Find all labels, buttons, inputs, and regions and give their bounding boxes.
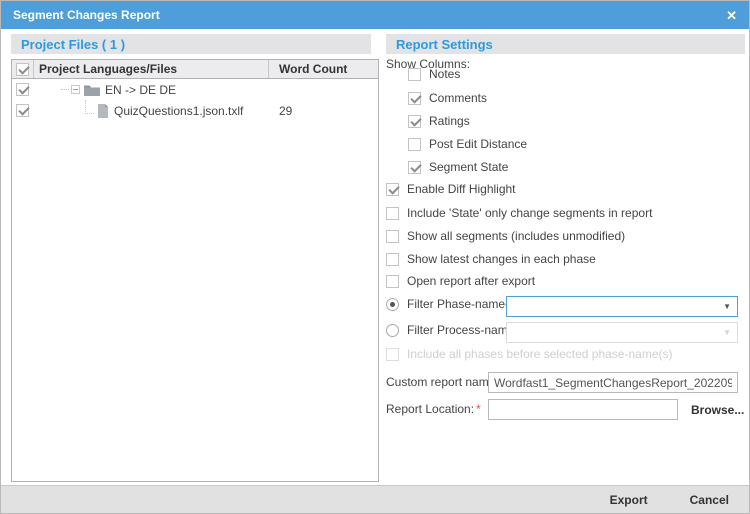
include-state-only-checkbox[interactable] (386, 207, 399, 220)
title-bar: Segment Changes Report ✕ (1, 1, 749, 29)
filter-process-radio[interactable] (386, 324, 399, 337)
tree-connector (61, 89, 69, 90)
close-icon[interactable]: ✕ (726, 9, 737, 22)
segment-changes-report-dialog: Segment Changes Report ✕ Project Files (… (0, 0, 750, 514)
chevron-down-icon: ▼ (723, 329, 731, 337)
ratings-checkbox[interactable] (408, 115, 421, 128)
word-count-cell (268, 79, 378, 100)
post-edit-distance-checkbox[interactable] (408, 138, 421, 151)
chevron-down-icon: ▼ (723, 303, 731, 311)
file-name-label: QuizQuestions1.json.txlf (114, 104, 243, 118)
select-all-checkbox[interactable] (16, 63, 29, 76)
option-post-edit-distance[interactable]: Post Edit Distance (408, 137, 527, 151)
row-checkbox[interactable] (16, 83, 29, 96)
table-row[interactable]: EN -> DE DE (12, 79, 378, 100)
tree-collapse-icon[interactable] (71, 85, 80, 94)
open-report-checkbox[interactable] (386, 275, 399, 288)
select-all-cell (12, 60, 34, 78)
option-notes[interactable]: Notes (408, 67, 460, 81)
custom-report-name-input[interactable] (488, 372, 738, 393)
required-asterisk: * (476, 402, 481, 416)
include-all-phases-checkbox (386, 348, 399, 361)
option-include-all-phases: Include all phases before selected phase… (386, 347, 673, 361)
row-checkbox[interactable] (16, 104, 29, 117)
word-count-cell: 29 (268, 100, 378, 121)
language-pair-label: EN -> DE DE (105, 83, 176, 97)
folder-icon (84, 84, 100, 96)
project-files-header-label: Project Files ( 1 ) (21, 37, 125, 52)
report-location-label: Report Location: (386, 402, 474, 416)
filter-phase-row: Filter Phase-name(s): (386, 297, 522, 311)
name-column-header[interactable]: Project Languages/Files (34, 60, 268, 78)
phase-name-dropdown[interactable]: ▼ (506, 296, 738, 317)
option-include-state-only[interactable]: Include 'State' only change segments in … (386, 206, 652, 220)
report-settings-header-label: Report Settings (396, 37, 493, 52)
dialog-title: Segment Changes Report (13, 8, 160, 22)
option-open-report-after-export[interactable]: Open report after export (386, 274, 535, 288)
cancel-button[interactable]: Cancel (690, 493, 729, 507)
report-location-row: Report Location:* (386, 402, 481, 416)
notes-checkbox[interactable] (408, 68, 421, 81)
option-enable-diff-highlight[interactable]: Enable Diff Highlight (386, 182, 516, 196)
tree-connector (85, 100, 94, 114)
custom-report-name-row: Custom report name: (386, 375, 499, 389)
process-name-dropdown: ▼ (506, 322, 738, 343)
project-files-table: Project Languages/Files Word Count EN ->… (11, 59, 379, 482)
comments-checkbox[interactable] (408, 92, 421, 105)
export-button[interactable]: Export (610, 493, 648, 507)
report-location-input[interactable] (488, 399, 678, 420)
table-header-row: Project Languages/Files Word Count (12, 60, 378, 79)
filter-phase-radio[interactable] (386, 298, 399, 311)
project-files-header: Project Files ( 1 ) (11, 34, 371, 54)
footer-bar: Export Cancel (1, 485, 749, 513)
show-latest-changes-checkbox[interactable] (386, 253, 399, 266)
table-row[interactable]: QuizQuestions1.json.txlf 29 (12, 100, 378, 121)
browse-button[interactable]: Browse... (691, 403, 744, 417)
custom-report-name-label: Custom report name: (386, 375, 499, 389)
option-segment-state[interactable]: Segment State (408, 160, 508, 174)
report-settings-header: Report Settings (386, 34, 745, 54)
show-all-segments-checkbox[interactable] (386, 230, 399, 243)
segment-state-checkbox[interactable] (408, 161, 421, 174)
option-show-latest-changes[interactable]: Show latest changes in each phase (386, 252, 596, 266)
enable-diff-highlight-checkbox[interactable] (386, 183, 399, 196)
option-ratings[interactable]: Ratings (408, 114, 470, 128)
option-show-all-segments[interactable]: Show all segments (includes unmodified) (386, 229, 625, 243)
count-column-header[interactable]: Word Count (268, 60, 378, 78)
option-comments[interactable]: Comments (408, 91, 487, 105)
file-icon (97, 104, 109, 118)
